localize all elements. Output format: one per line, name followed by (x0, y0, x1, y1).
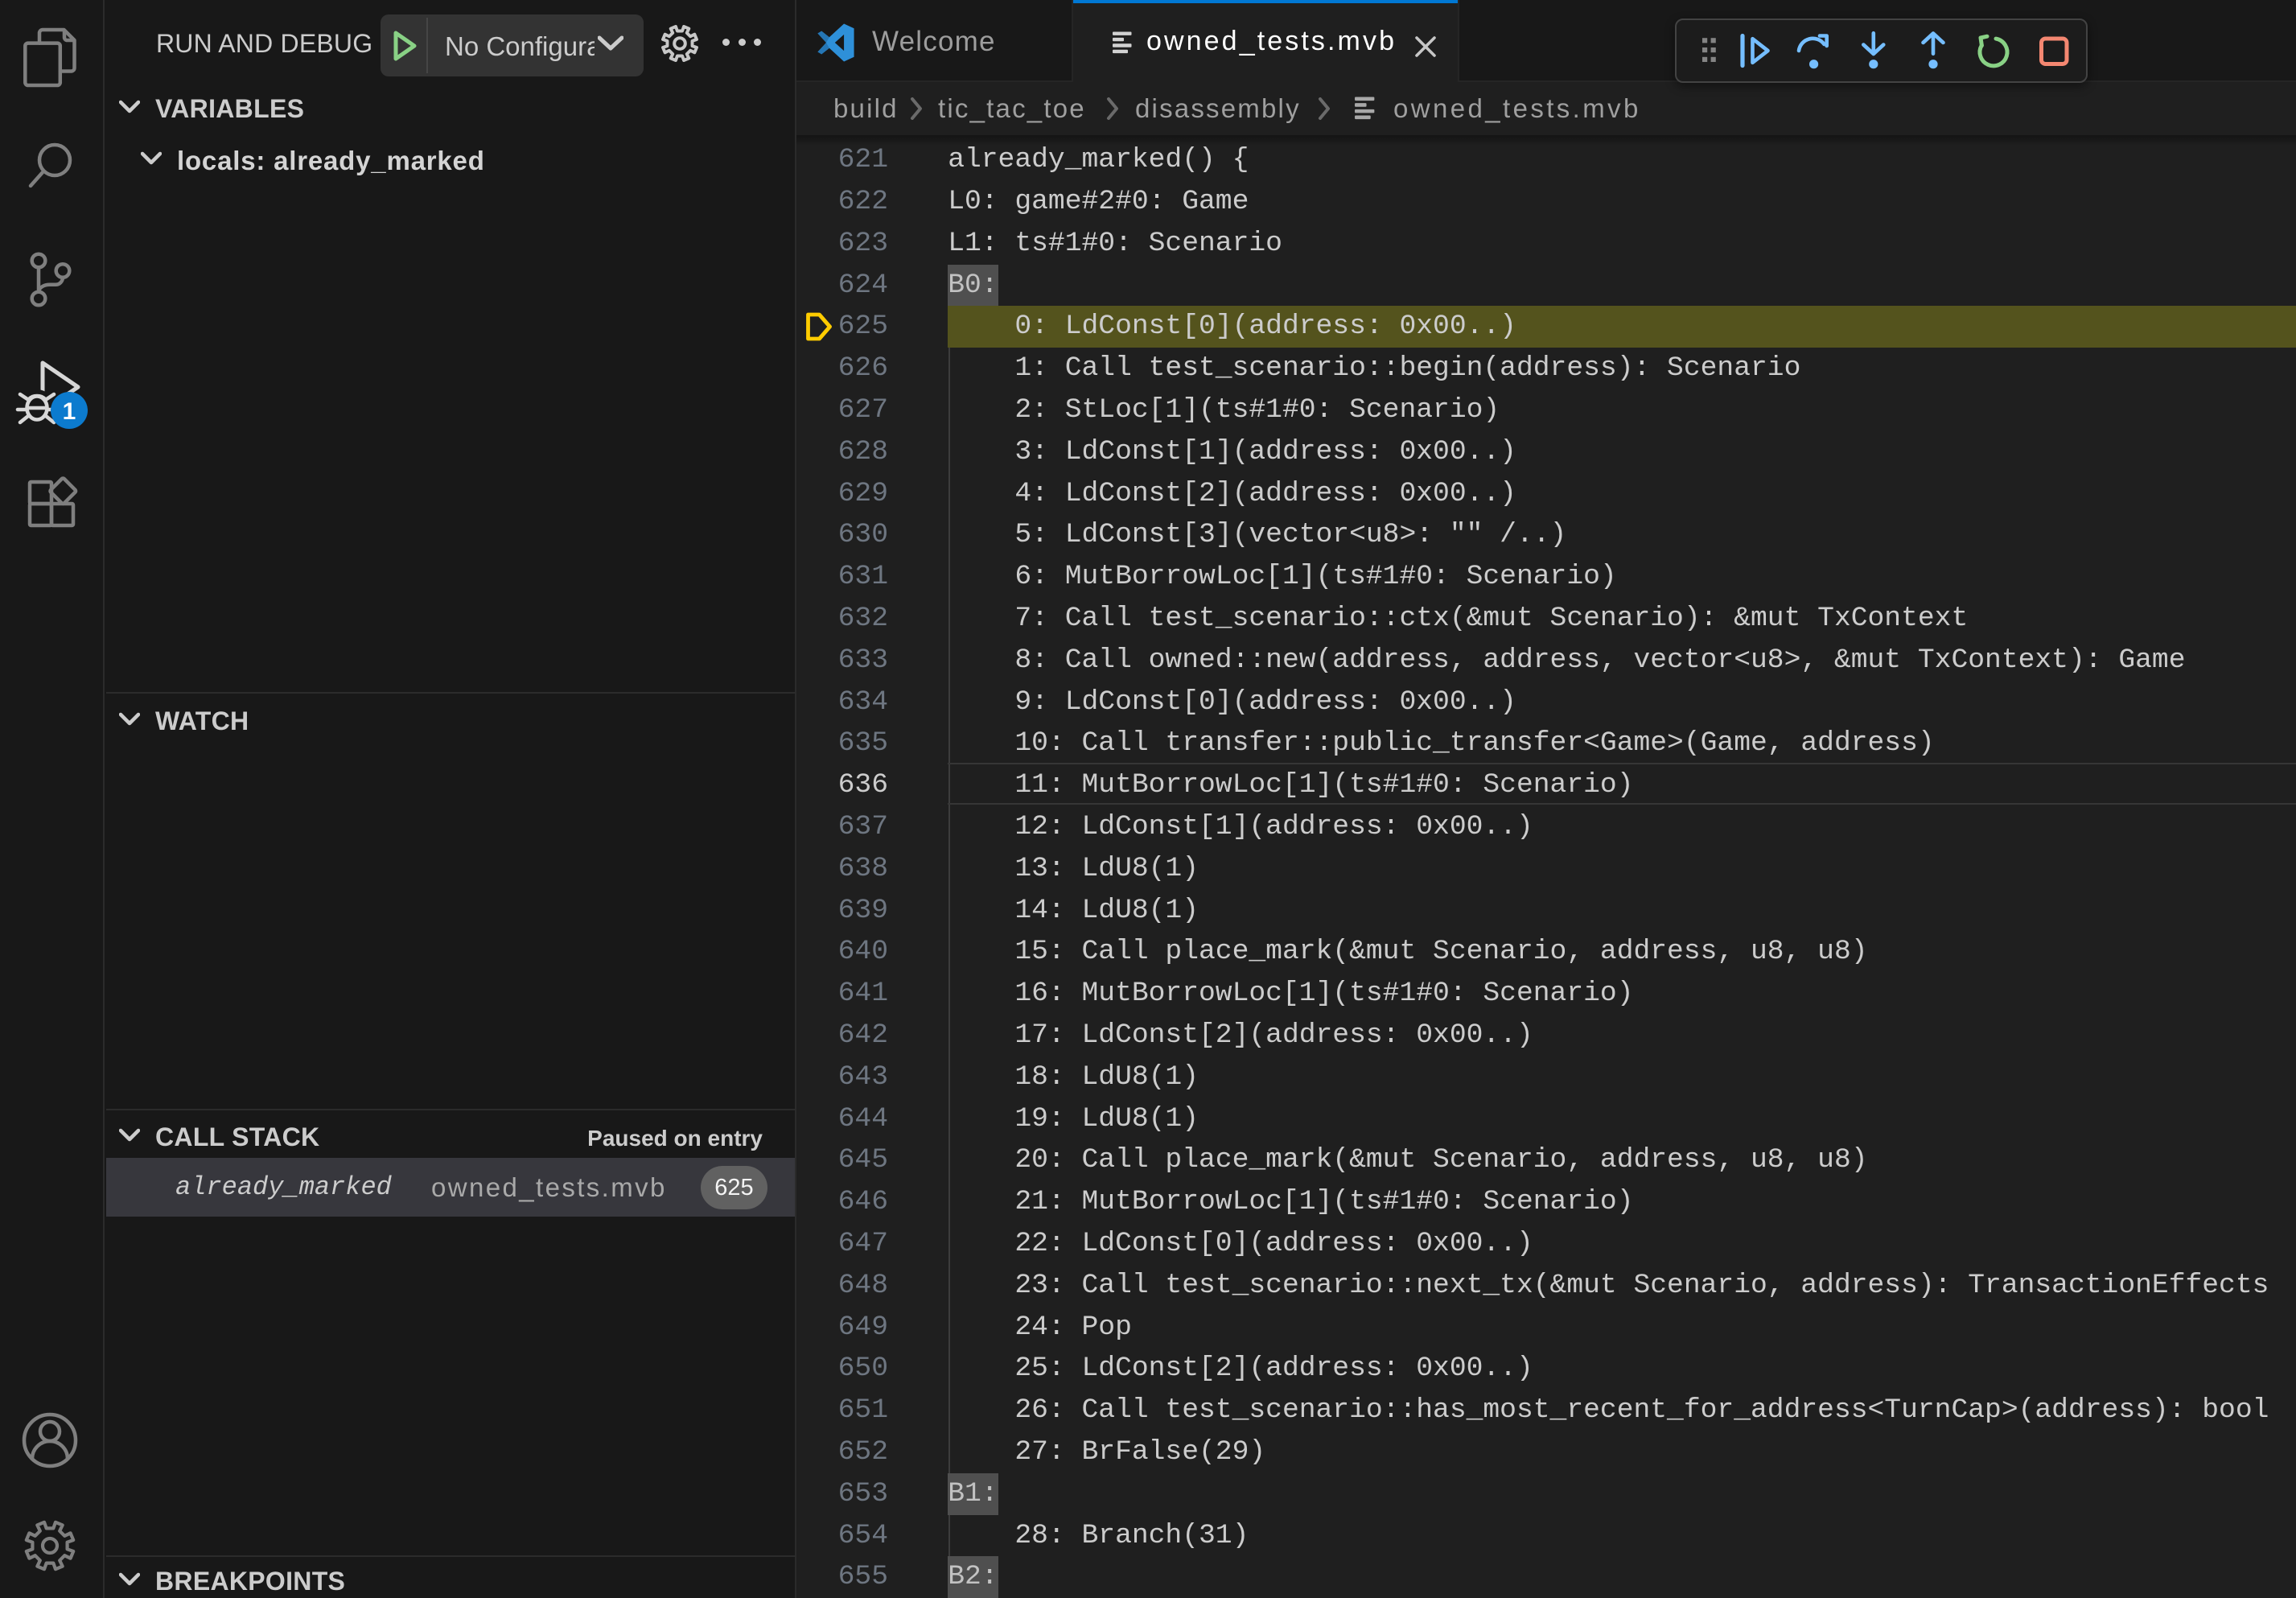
svg-text:1: 1 (63, 398, 76, 425)
